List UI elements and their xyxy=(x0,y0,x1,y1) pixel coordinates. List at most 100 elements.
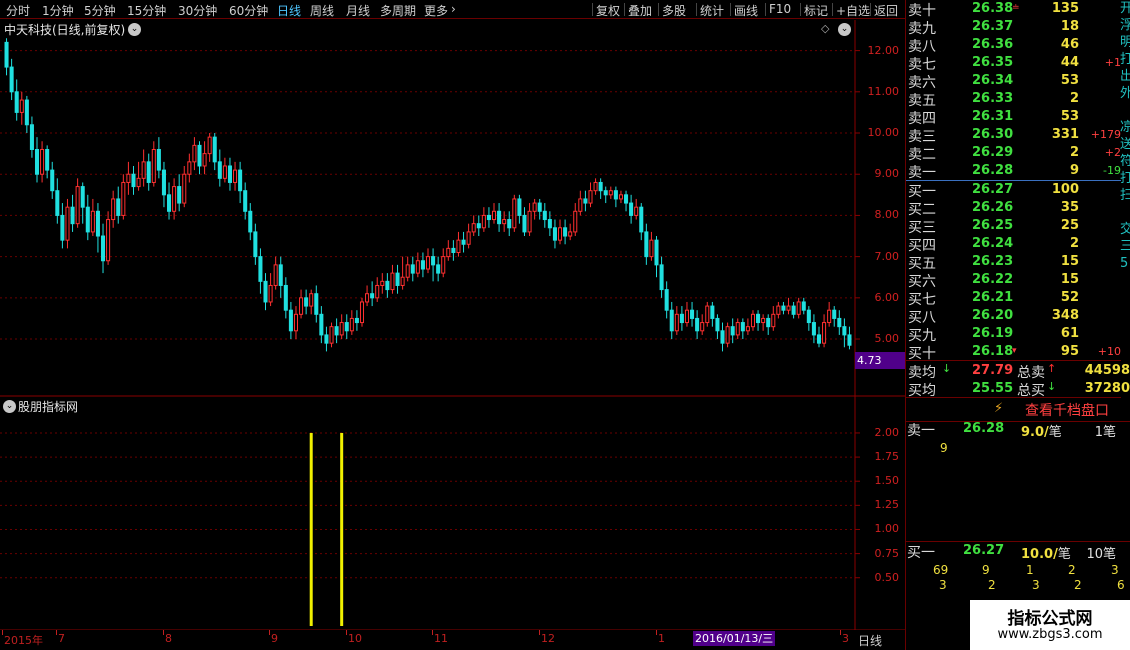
candle xyxy=(197,141,202,175)
right-edge-char xyxy=(1120,102,1130,119)
candle xyxy=(715,314,720,340)
candle xyxy=(796,297,801,319)
date-tick xyxy=(163,630,164,635)
queue-order: 2 xyxy=(1074,578,1082,592)
asks-change: -19 xyxy=(1103,164,1121,177)
candlestick-chart[interactable] xyxy=(0,0,905,630)
candle xyxy=(217,149,222,187)
candle xyxy=(354,310,359,331)
candle xyxy=(385,273,390,298)
candle xyxy=(14,79,19,121)
bids-row[interactable]: 买二 26.26 35 xyxy=(906,199,1121,218)
asks-row[interactable]: 卖六 26.34 53 xyxy=(906,72,1121,91)
price-tick-label: 8.00 xyxy=(874,208,900,222)
date-tick-label: 9 xyxy=(271,632,278,645)
date-tick-label: 11 xyxy=(434,632,448,645)
bids-row[interactable]: 买一 26.27 100 xyxy=(906,181,1121,200)
candle xyxy=(745,318,750,335)
bids-row[interactable]: 买六 26.22 15 xyxy=(906,271,1121,290)
bids-volume: 25 xyxy=(1060,218,1079,233)
candle xyxy=(349,310,354,335)
asks-row[interactable]: 卖五 26.33 2 xyxy=(906,90,1121,109)
asks-volume: 53 xyxy=(1060,109,1079,124)
asks-row[interactable]: 卖九 26.37 18 xyxy=(906,18,1121,37)
candle xyxy=(85,194,90,241)
candle xyxy=(273,256,278,290)
candle xyxy=(390,264,395,294)
candle xyxy=(192,137,197,171)
asks-name: 卖七 xyxy=(908,57,936,73)
indicator-title: 股朋指标网 xyxy=(18,400,79,414)
candle xyxy=(365,285,370,307)
bids-price: 26.23 xyxy=(972,254,1014,269)
candle xyxy=(593,178,598,195)
chevron-down-icon[interactable]: ⌄ xyxy=(3,400,16,413)
bids-row[interactable]: 买五 26.23 15 xyxy=(906,253,1121,272)
candle xyxy=(436,256,441,282)
totals-divider xyxy=(906,360,1121,361)
asks-change: +1 xyxy=(1104,56,1121,69)
asks-row[interactable]: 卖一 26.28 9 -19 xyxy=(906,162,1121,181)
period-label[interactable]: 日线 xyxy=(858,632,882,649)
date-tick xyxy=(539,630,540,635)
asks-row[interactable]: 卖七 26.35 44 +1 xyxy=(906,54,1121,73)
right-edge-char xyxy=(1120,204,1130,221)
bids-price: 26.26 xyxy=(972,200,1014,215)
ask-queue-price: 26.28 xyxy=(963,421,1005,436)
bids-row[interactable]: 买十 26.18 ▾ 95 +10 xyxy=(906,343,1121,362)
asks-volume: 44 xyxy=(1060,55,1079,70)
asks-change: +179 xyxy=(1090,128,1121,141)
candle xyxy=(842,318,847,348)
candle xyxy=(375,277,380,302)
candle xyxy=(278,256,283,298)
asks-price: 26.35 xyxy=(972,55,1014,70)
up-arrow-icon: ↑ xyxy=(1047,362,1057,375)
asks-volume: 9 xyxy=(1069,163,1079,178)
candle xyxy=(476,215,481,237)
asks-row[interactable]: 卖二 26.29 2 +2 xyxy=(906,144,1121,163)
bids-volume: 15 xyxy=(1060,254,1079,269)
candle xyxy=(649,231,654,261)
queue-order: 2 xyxy=(988,578,996,592)
candle xyxy=(111,190,116,228)
bids-row[interactable]: 买八 26.20 348 xyxy=(906,307,1121,326)
candle xyxy=(598,178,603,199)
bids-price: 26.24 xyxy=(972,236,1014,251)
candle xyxy=(740,318,745,340)
right-edge-char: 外 xyxy=(1120,86,1130,101)
bids-row[interactable]: 买九 26.19 61 xyxy=(906,325,1121,344)
candle xyxy=(700,314,705,335)
candle xyxy=(776,301,781,319)
candle xyxy=(283,277,288,319)
candle xyxy=(847,326,852,350)
candle xyxy=(486,207,491,228)
candle xyxy=(725,322,730,348)
asks-row[interactable]: 卖十 26.38 ≐ 135 xyxy=(906,0,1121,19)
candle xyxy=(70,194,75,232)
asks-price: 26.34 xyxy=(972,73,1014,88)
date-tick xyxy=(432,630,433,635)
bids-row[interactable]: 买七 26.21 52 xyxy=(906,289,1121,308)
candle xyxy=(816,326,822,348)
candle xyxy=(293,306,298,340)
bids-row[interactable]: 买四 26.24 2 xyxy=(906,235,1121,254)
price-tick-label: 7.00 xyxy=(874,249,900,263)
asks-row[interactable]: 卖三 26.30 331 +179 xyxy=(906,126,1121,145)
candle xyxy=(517,194,522,224)
candle xyxy=(832,306,837,327)
candle xyxy=(156,137,161,179)
candle xyxy=(359,297,365,327)
bid-queue-row: 买一 26.27 10.0/笔 10笔 xyxy=(905,542,1120,562)
candle xyxy=(750,310,756,331)
asks-row[interactable]: 卖四 26.31 53 xyxy=(906,108,1121,127)
candle xyxy=(537,198,542,220)
ask-avg: 27.79 xyxy=(972,363,1014,378)
candle xyxy=(24,95,29,134)
asks-row[interactable]: 卖八 26.36 46 xyxy=(906,36,1121,55)
view-depth-link[interactable]: 查看千档盘口 xyxy=(1025,400,1109,420)
mark-icon: ≐ xyxy=(1012,3,1020,13)
asks-price: 26.30 xyxy=(972,127,1014,142)
candle xyxy=(542,203,547,228)
bids-row[interactable]: 买三 26.25 25 xyxy=(906,217,1121,236)
date-tick-label: 7 xyxy=(58,632,65,645)
